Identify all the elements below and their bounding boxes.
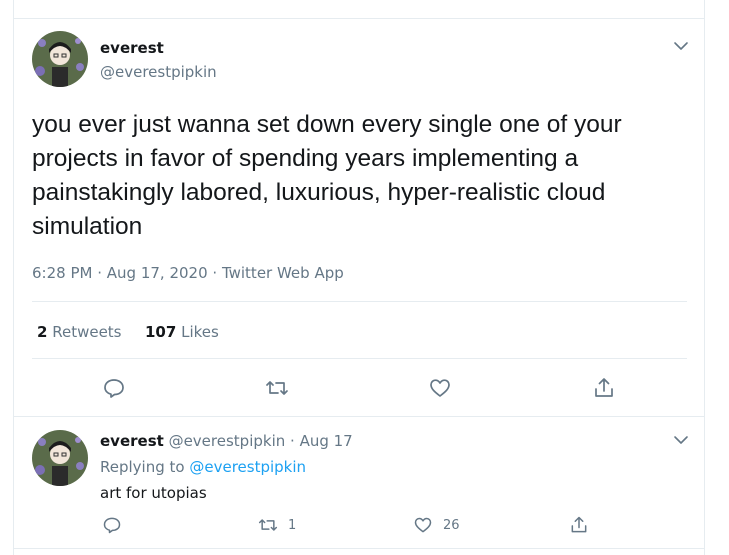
- tweet-source[interactable]: Twitter Web App: [222, 264, 344, 282]
- reply-author-handle[interactable]: @everestpipkin: [169, 432, 286, 450]
- tweet-meta: 6:28 PM · Aug 17, 2020 · Twitter Web App: [32, 264, 344, 282]
- replying-to: Replying to @everestpipkin: [100, 458, 306, 476]
- author-name[interactable]: everest: [100, 39, 164, 57]
- retweet-icon: [258, 519, 278, 531]
- reply-icon: [103, 517, 121, 534]
- avatar-illustration-icon: [32, 430, 88, 486]
- chevron-down-icon[interactable]: [671, 36, 691, 56]
- reply-like-button[interactable]: 26: [413, 514, 460, 536]
- share-icon: [595, 378, 613, 397]
- bottom-divider: [14, 548, 704, 549]
- share-icon: [571, 516, 587, 533]
- retweet-button[interactable]: [265, 376, 289, 400]
- reply-retweet-count: 1: [288, 517, 297, 533]
- likes-label: Likes: [181, 323, 219, 341]
- author-handle[interactable]: @everestpipkin: [100, 63, 217, 81]
- meta-separator: ·: [92, 264, 107, 282]
- reply-date[interactable]: Aug 17: [300, 432, 353, 450]
- reply-reply-button[interactable]: [102, 514, 122, 536]
- timeline-column: everest @everestpipkin you ever just wan…: [13, 0, 705, 555]
- divider: [32, 358, 687, 359]
- like-icon: [414, 517, 432, 533]
- tweet-time[interactable]: 6:28 PM: [32, 264, 92, 282]
- tweet-divider: [14, 416, 704, 417]
- retweet-icon: [266, 381, 288, 395]
- like-icon: [430, 379, 450, 397]
- reply-like-count: 26: [443, 517, 460, 533]
- replying-to-link[interactable]: @everestpipkin: [189, 458, 306, 476]
- reply-header: everest @everestpipkin · Aug 17: [100, 432, 353, 450]
- avatar[interactable]: [32, 31, 88, 87]
- chevron-down-icon[interactable]: [671, 430, 691, 450]
- share-button[interactable]: [592, 376, 616, 400]
- retweets-count: 2: [37, 323, 48, 341]
- avatar-illustration-icon: [32, 31, 88, 87]
- meta-separator: ·: [207, 264, 222, 282]
- like-button[interactable]: [428, 376, 452, 400]
- reply-retweet-button[interactable]: 1: [258, 514, 296, 536]
- retweets-stat[interactable]: 2 Retweets: [37, 323, 122, 341]
- likes-stat[interactable]: 107 Likes: [145, 323, 219, 341]
- meta-separator: ·: [285, 432, 300, 450]
- reply-author-name[interactable]: everest: [100, 432, 164, 450]
- tweet-text: you ever just wanna set down every singl…: [32, 111, 622, 240]
- tweet-date[interactable]: Aug 17, 2020: [107, 264, 208, 282]
- reply-share-button[interactable]: [569, 514, 589, 536]
- reply-avatar[interactable]: [32, 430, 88, 486]
- top-divider: [14, 18, 704, 19]
- reply-icon: [104, 379, 124, 398]
- retweets-label: Retweets: [52, 323, 122, 341]
- reply-text: art for utopias: [100, 484, 207, 502]
- divider: [32, 301, 687, 302]
- reply-button[interactable]: [102, 376, 126, 400]
- likes-count: 107: [145, 323, 177, 341]
- replying-prefix: Replying to: [100, 458, 185, 476]
